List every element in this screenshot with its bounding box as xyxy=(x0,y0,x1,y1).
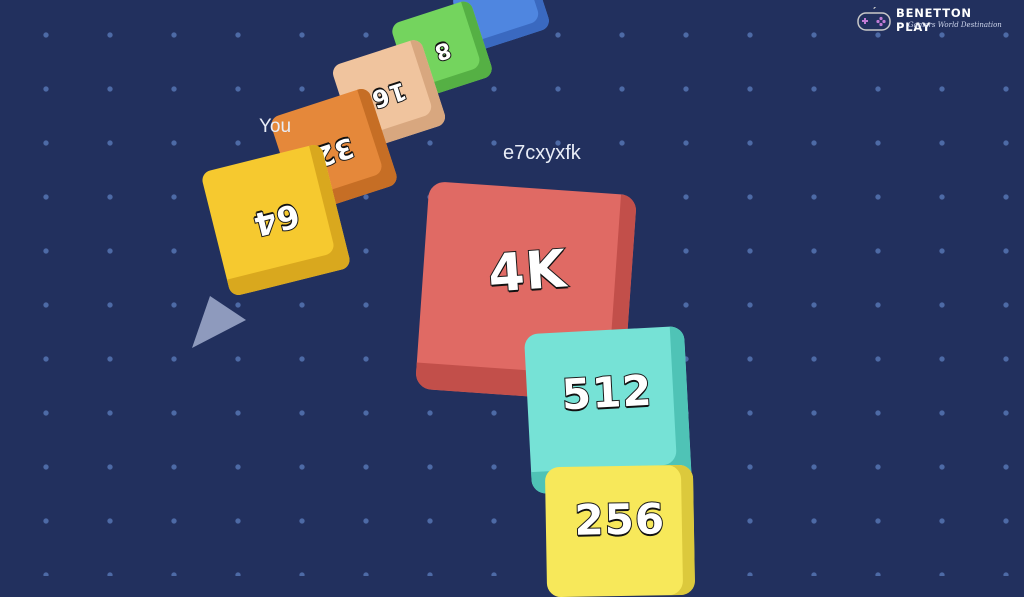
brand-name: BENETTON PLAY xyxy=(896,6,972,34)
opponent-cube-value: 512 xyxy=(559,364,654,420)
brand-tagline: Gamers World Destination xyxy=(908,21,1002,29)
opponent-cube-value: 4K xyxy=(485,238,569,305)
opponent-name-label: e7cxyxfk xyxy=(503,142,581,164)
player-name-label: You xyxy=(259,116,292,137)
direction-arrow-icon xyxy=(192,296,246,348)
game-board[interactable]: 8 16 32 64 You e7cxyxfk 4K 512 256 xyxy=(0,0,1024,597)
opponent-cube-2: 256 xyxy=(544,464,696,597)
gamepad-icon xyxy=(857,7,891,31)
brand-logo: BENETTON PLAY Gamers World Destination xyxy=(856,5,1006,35)
opponent-cube-value: 256 xyxy=(573,493,667,546)
